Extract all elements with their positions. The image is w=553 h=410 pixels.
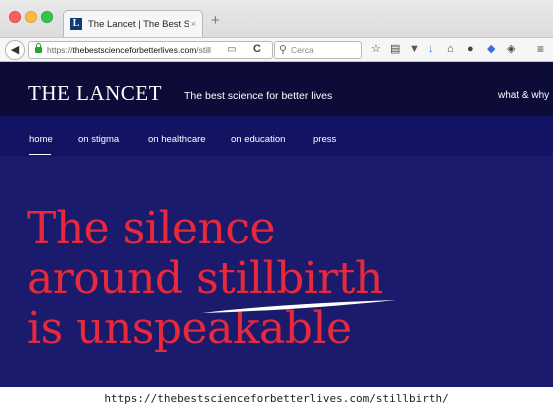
nav-item-on-healthcare[interactable]: on healthcare (148, 134, 206, 145)
nav-item-on-stigma[interactable]: on stigma (78, 134, 119, 145)
site-header: THE LANCET The best science for better l… (0, 62, 553, 116)
chat-icon[interactable]: ● (467, 43, 474, 56)
site-tagline: The best science for better lives (184, 90, 333, 102)
lock-icon (35, 43, 42, 53)
underline-swoosh-icon (202, 300, 396, 313)
zoom-window-button[interactable] (41, 11, 53, 23)
address-bar[interactable]: https://thebestscienceforbetterlives.com… (28, 41, 273, 59)
browser-tab[interactable]: L The Lancet | The Best Scien... × (63, 10, 203, 37)
url-text: https://thebestscienceforbetterlives.com… (47, 45, 211, 55)
library-icon[interactable]: ▤ (390, 43, 400, 56)
reload-icon[interactable]: C (253, 43, 261, 55)
new-tab-button[interactable]: + (211, 13, 220, 28)
nav-item-on-education[interactable]: on education (231, 134, 285, 145)
site-nav: home on stigma on healthcare on educatio… (0, 116, 553, 156)
minimize-window-button[interactable] (25, 11, 37, 23)
search-icon: ⚲ (279, 44, 288, 56)
url-caption: https://thebestscienceforbetterlives.com… (104, 392, 449, 405)
lancet-favicon-icon: L (70, 18, 82, 30)
extension-icon[interactable]: ◆ (487, 43, 495, 56)
tab-title: The Lancet | The Best Scien... (88, 18, 189, 30)
home-icon[interactable]: ⌂ (447, 43, 454, 56)
pocket-icon[interactable]: ▼ (409, 43, 420, 56)
tab-close-icon[interactable]: × (191, 19, 196, 29)
extension-arrows-icon[interactable]: ◈ (507, 43, 515, 56)
back-button[interactable]: ◀ (5, 40, 25, 60)
hero-section: The silence around stillbirth is unspeak… (0, 156, 553, 387)
headline-line: The silence (27, 203, 275, 254)
website-viewport: THE LANCET The best science for better l… (0, 62, 553, 387)
nav-item-press[interactable]: press (313, 134, 336, 145)
search-bar[interactable]: ⚲ Cerca (274, 41, 362, 59)
active-nav-indicator (29, 154, 51, 155)
back-arrow-icon: ◀ (10, 44, 20, 56)
reader-view-icon[interactable]: ▭ (227, 44, 236, 55)
browser-tab-bar: L The Lancet | The Best Scien... × + (0, 0, 553, 37)
nav-item-home[interactable]: home (29, 134, 53, 145)
hero-headline: The silence around stillbirth is unspeak… (27, 204, 383, 354)
headline-line: around stillbirth (27, 253, 383, 304)
lancet-logo[interactable]: THE LANCET (28, 82, 162, 104)
hamburger-menu-icon[interactable]: ≡ (537, 43, 544, 56)
close-window-button[interactable] (9, 11, 21, 23)
browser-toolbar: ◀ https://thebestscienceforbetterlives.c… (0, 37, 553, 62)
search-placeholder: Cerca (291, 45, 314, 55)
what-and-why-link[interactable]: what & why (498, 90, 549, 101)
download-icon[interactable]: ↓ (428, 43, 434, 56)
bookmark-star-icon[interactable]: ☆ (371, 43, 381, 56)
